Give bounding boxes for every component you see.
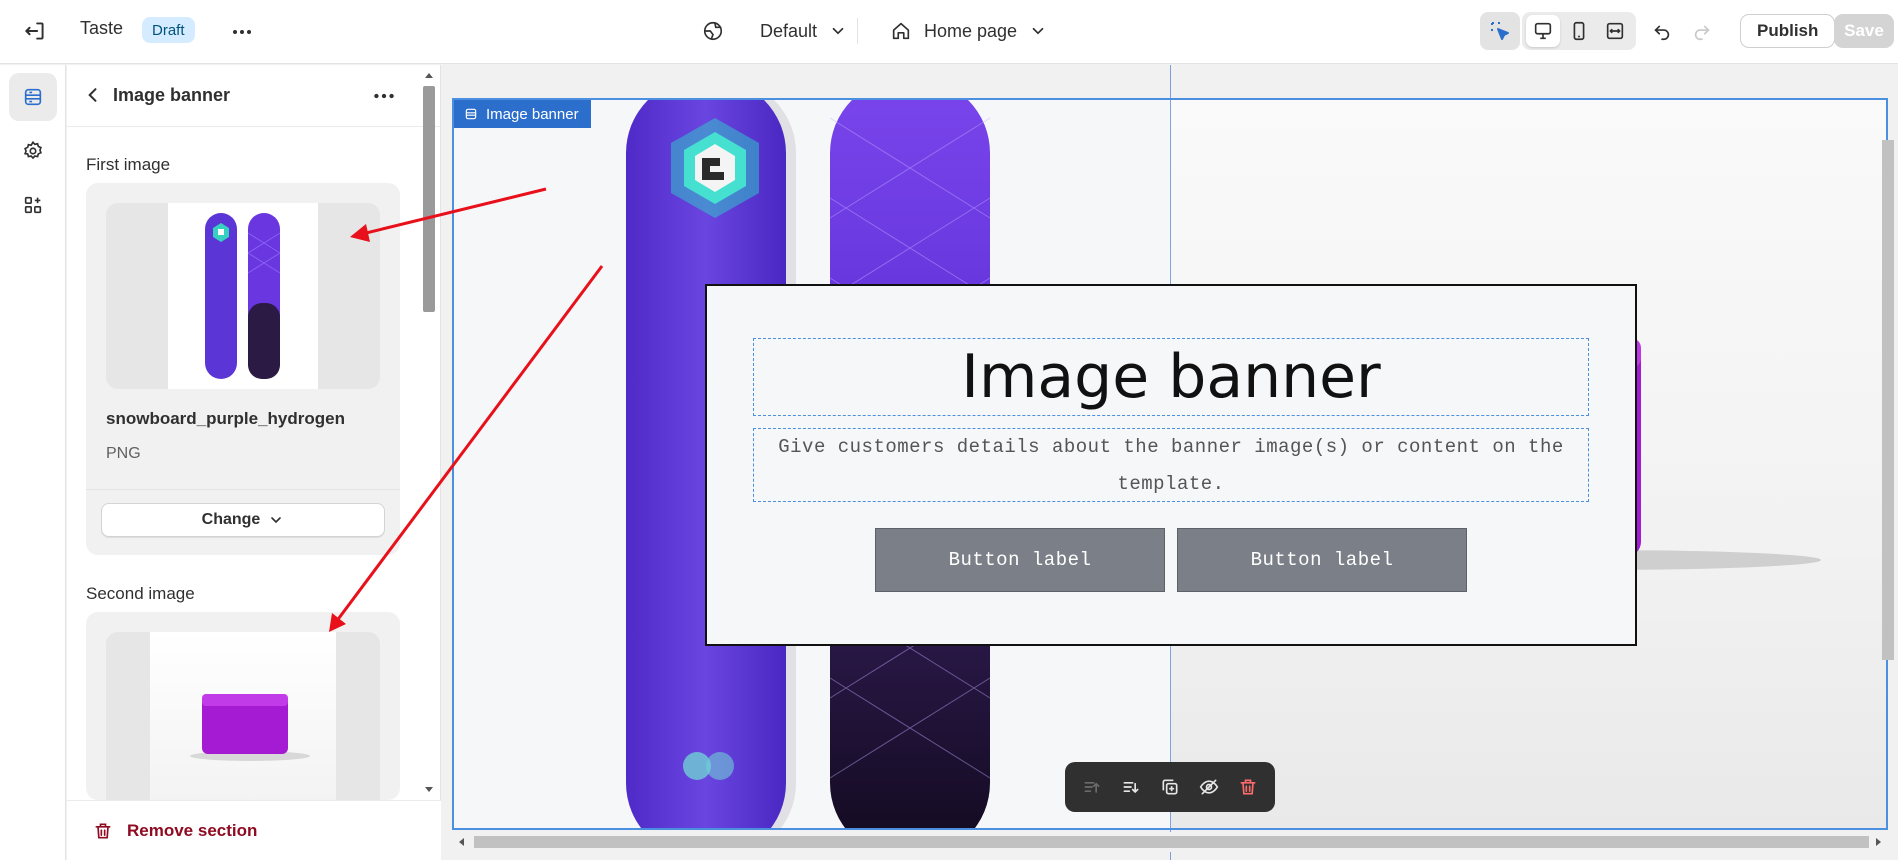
panel-footer: Remove section [67,800,441,860]
publish-button[interactable]: Publish [1740,14,1836,48]
more-icon[interactable] [228,18,256,46]
left-rail [0,65,66,860]
page-selector[interactable]: Home page [890,14,1047,48]
banner-buttons: Button label Button label [875,528,1467,592]
horizontal-scroll-thumb[interactable] [474,836,1869,848]
second-image-card [86,612,400,800]
viewport-toggle-group [1522,12,1636,50]
status-badge: Draft [142,17,195,43]
section-toolbar [1065,762,1275,812]
first-image-card: snowboard_purple_hydrogen PNG Change [86,183,400,555]
chevron-down-icon [268,512,284,528]
section-settings-panel: Image banner First image snowboard_purpl… [67,65,441,860]
banner-button-1[interactable]: Button label [875,528,1165,592]
home-icon [890,20,912,42]
card-divider [86,489,400,490]
fullwidth-icon[interactable] [1598,15,1632,47]
banner-button-2[interactable]: Button label [1177,528,1467,592]
undo-icon[interactable] [1647,16,1677,46]
duplicate-icon[interactable] [1154,771,1186,803]
store-name: Taste [80,18,124,38]
banner-content-box[interactable]: Image banner Give customers details abou… [705,284,1637,646]
theme-label: Default [760,20,818,41]
panel-title: Image banner [113,85,231,105]
remove-section-button[interactable]: Remove section [93,821,257,841]
sections-icon[interactable] [9,73,57,121]
sections-icon [464,107,478,121]
panel-scroll-thumb[interactable] [423,86,435,312]
panel-header: Image banner [67,65,441,127]
back-icon[interactable] [83,85,103,105]
wax-preview [150,632,336,800]
chevron-down-icon [829,22,847,40]
snowboard-preview [168,203,318,389]
more-icon[interactable] [371,83,397,109]
section-tag-label: Image banner [486,105,579,123]
globe-icon [702,20,724,42]
vertical-scroll-thumb[interactable] [1882,140,1894,660]
trash-icon[interactable] [1232,771,1264,803]
toolbar-divider [857,18,858,44]
second-image-label: Second image [86,584,195,603]
banner-heading[interactable]: Image banner [753,338,1589,416]
trash-icon [93,821,113,841]
page-label: Home page [924,20,1018,41]
top-bar: Taste Draft Default Home page Publish Sa… [0,0,1898,64]
first-image-label: First image [86,155,171,174]
theme-selector[interactable]: Default [702,14,847,48]
mobile-icon[interactable] [1562,15,1596,47]
section-tag[interactable]: Image banner [454,100,591,128]
first-image-type: PNG [106,445,141,462]
first-image-filename: snowboard_purple_hydrogen [106,409,345,428]
move-down-icon[interactable] [1115,771,1147,803]
hide-icon[interactable] [1193,771,1225,803]
move-up-icon[interactable] [1076,771,1108,803]
exit-icon[interactable] [22,18,48,44]
save-button[interactable]: Save [1834,14,1894,48]
inspector-icon[interactable] [1480,12,1520,50]
redo-icon[interactable] [1687,16,1717,46]
first-image-thumbnail[interactable] [106,203,380,389]
desktop-icon[interactable] [1526,15,1560,47]
settings-icon[interactable] [9,127,57,175]
remove-section-label: Remove section [127,821,258,840]
change-image-button[interactable]: Change [101,503,385,537]
apps-icon[interactable] [9,181,57,229]
change-label: Change [201,511,261,528]
banner-description[interactable]: Give customers details about the banner … [753,428,1589,502]
chevron-down-icon [1029,22,1047,40]
second-image-thumbnail[interactable] [106,632,380,800]
